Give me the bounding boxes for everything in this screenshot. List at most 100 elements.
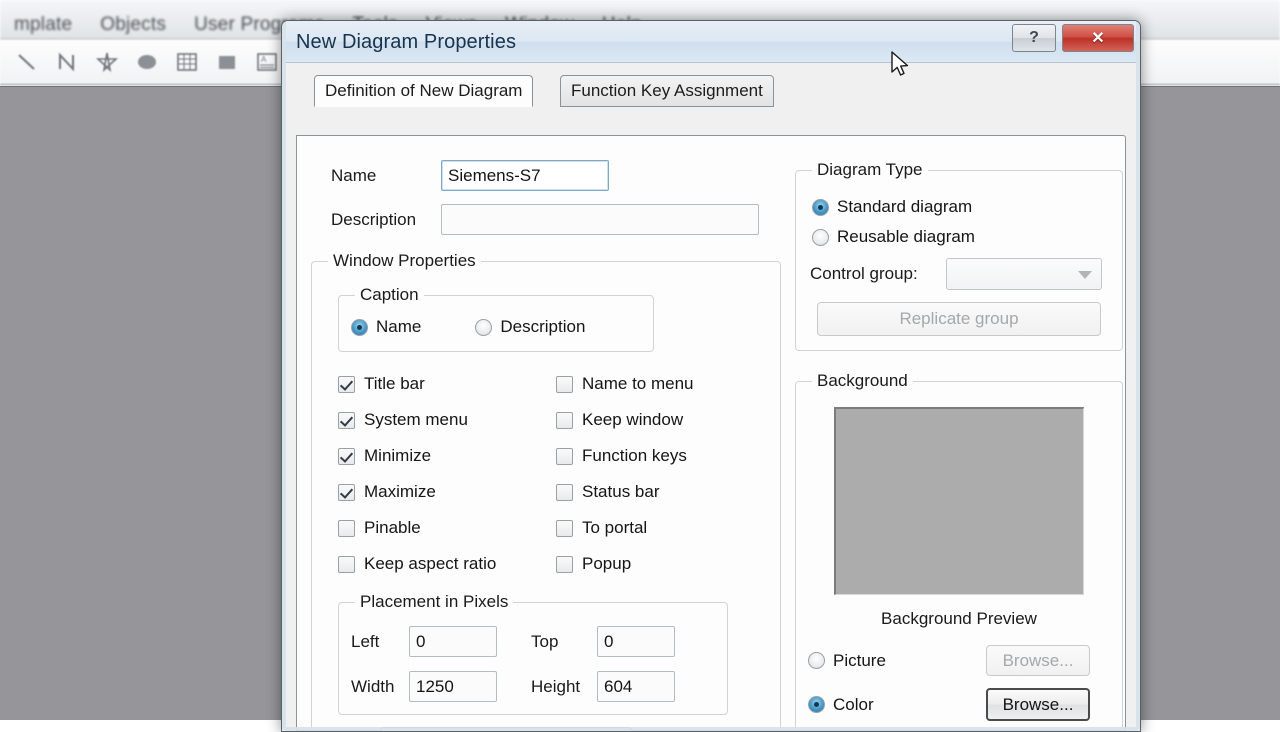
- menu-item-objects[interactable]: Objects: [86, 14, 180, 39]
- checkbox-indicator: [556, 448, 573, 465]
- checkbox-indicator: [338, 556, 355, 573]
- chevron-down-icon: [1078, 271, 1092, 279]
- help-button[interactable]: ?: [1012, 24, 1056, 52]
- checkbox-label: Popup: [582, 554, 631, 574]
- checkbox-label: Keep aspect ratio: [364, 554, 496, 574]
- right-column: Diagram Type Standard diagram Reusable d…: [795, 152, 1123, 730]
- description-label: Description: [331, 210, 441, 230]
- radio-standard-diagram[interactable]: Standard diagram: [812, 192, 1110, 222]
- close-button[interactable]: ✕: [1062, 24, 1134, 52]
- checkbox-label: Keep window: [582, 410, 683, 430]
- radio-reusable-diagram-label: Reusable diagram: [837, 227, 975, 247]
- checkbox-columns: Title bar System menu Minimize: [324, 366, 768, 582]
- background-picture-row: Picture Browse...: [808, 645, 1110, 676]
- top-input[interactable]: 0: [597, 626, 675, 657]
- caption-group: Caption Name Description: [338, 285, 654, 352]
- control-group-dropdown[interactable]: [946, 258, 1102, 290]
- checkbox-label: Maximize: [364, 482, 436, 502]
- checkbox-label: Minimize: [364, 446, 431, 466]
- left-column: Name Siemens-S7 Description Window Prope…: [311, 152, 781, 730]
- tab-panel-definition: Name Siemens-S7 Description Window Prope…: [296, 135, 1126, 731]
- browse-color-button[interactable]: Browse...: [986, 688, 1090, 721]
- background-legend: Background: [812, 371, 913, 391]
- checkbox-label: Pinable: [364, 518, 421, 538]
- checkbox-label: Title bar: [364, 374, 425, 394]
- radio-indicator-description: [475, 319, 492, 336]
- checkbox-label: System menu: [364, 410, 468, 430]
- checkbox-column-right: Name to menu Keep window Function keys: [556, 366, 756, 582]
- checkbox-indicator: [338, 412, 355, 429]
- rectangle-icon[interactable]: [208, 45, 246, 79]
- background-group: Background Background Preview Picture Br…: [795, 371, 1123, 732]
- checkbox-keep-aspect-ratio[interactable]: Keep aspect ratio: [338, 546, 556, 582]
- checkbox-label: To portal: [582, 518, 647, 538]
- height-input[interactable]: 604: [597, 671, 675, 702]
- polygon-star-icon[interactable]: [88, 45, 126, 79]
- tab-function-key-assignment[interactable]: Function Key Assignment: [560, 75, 774, 107]
- checkbox-function-keys[interactable]: Function keys: [556, 438, 756, 474]
- radio-caption-name[interactable]: Name: [351, 317, 421, 337]
- checkbox-label: Name to menu: [582, 374, 694, 394]
- table-grid-icon[interactable]: [168, 45, 206, 79]
- name-row: Name Siemens-S7: [331, 160, 781, 191]
- left-input[interactable]: 0: [409, 626, 497, 657]
- width-label: Width: [351, 677, 409, 697]
- name-input[interactable]: Siemens-S7: [441, 160, 609, 191]
- left-label: Left: [351, 632, 409, 652]
- height-label: Height: [531, 677, 597, 697]
- checkbox-indicator: [556, 376, 573, 393]
- dialog-title-bar[interactable]: New Diagram Properties ? ✕: [282, 21, 1140, 63]
- checkbox-to-portal[interactable]: To portal: [556, 510, 756, 546]
- checkbox-keep-window[interactable]: Keep window: [556, 402, 756, 438]
- radio-background-color-label: Color: [833, 695, 874, 715]
- checkbox-popup[interactable]: Popup: [556, 546, 756, 582]
- radio-background-picture[interactable]: Picture: [808, 651, 986, 671]
- dialog-title: New Diagram Properties: [296, 31, 516, 54]
- checkbox-indicator: [556, 520, 573, 537]
- checkbox-name-to-menu[interactable]: Name to menu: [556, 366, 756, 402]
- tab-definition-of-new-diagram[interactable]: Definition of New Diagram: [314, 75, 533, 107]
- window-properties-action-button[interactable]: [380, 727, 632, 732]
- checkbox-minimize[interactable]: Minimize: [338, 438, 556, 474]
- checkbox-maximize[interactable]: Maximize: [338, 474, 556, 510]
- checkbox-indicator: [556, 412, 573, 429]
- browse-picture-button[interactable]: Browse...: [986, 645, 1090, 676]
- radio-indicator-standard: [812, 199, 829, 216]
- width-input[interactable]: 1250: [409, 671, 497, 702]
- dialog-body: Definition of New Diagram Function Key A…: [282, 63, 1140, 731]
- checkbox-indicator: [338, 376, 355, 393]
- background-preview[interactable]: [834, 407, 1084, 595]
- replicate-group-button[interactable]: Replicate group: [817, 302, 1101, 336]
- checkbox-indicator: [338, 484, 355, 501]
- checkbox-pinable[interactable]: Pinable: [338, 510, 556, 546]
- polyline-icon[interactable]: [48, 45, 86, 79]
- placement-in-pixels-group: Placement in Pixels Left 0 Top 0 Width 1…: [338, 592, 728, 715]
- radio-indicator-color: [808, 696, 825, 713]
- window-properties-group: Window Properties Caption Name D: [311, 251, 781, 732]
- checkbox-indicator: [556, 556, 573, 573]
- background-color-row: Color Browse...: [808, 688, 1110, 721]
- checkbox-indicator: [556, 484, 573, 501]
- diagram-type-legend: Diagram Type: [812, 160, 928, 180]
- checkbox-label: Status bar: [582, 482, 660, 502]
- control-group-value: [947, 259, 1101, 265]
- line-icon[interactable]: [8, 45, 46, 79]
- radio-standard-diagram-label: Standard diagram: [837, 197, 972, 217]
- description-row: Description: [331, 204, 781, 235]
- ellipse-icon[interactable]: [128, 45, 166, 79]
- window-properties-legend: Window Properties: [328, 251, 481, 271]
- radio-indicator-picture: [808, 652, 825, 669]
- checkbox-system-menu[interactable]: System menu: [338, 402, 556, 438]
- radio-reusable-diagram[interactable]: Reusable diagram: [812, 222, 1110, 252]
- top-label: Top: [531, 632, 597, 652]
- checkbox-indicator: [338, 448, 355, 465]
- description-input[interactable]: [441, 204, 759, 235]
- radio-caption-description-label: Description: [500, 317, 585, 337]
- checkbox-column-left: Title bar System menu Minimize: [338, 366, 556, 582]
- control-group-label: Control group:: [810, 264, 946, 284]
- menu-item-template[interactable]: mplate: [0, 14, 86, 39]
- radio-background-color[interactable]: Color: [808, 695, 986, 715]
- checkbox-title-bar[interactable]: Title bar: [338, 366, 556, 402]
- radio-caption-description[interactable]: Description: [475, 317, 585, 337]
- checkbox-status-bar[interactable]: Status bar: [556, 474, 756, 510]
